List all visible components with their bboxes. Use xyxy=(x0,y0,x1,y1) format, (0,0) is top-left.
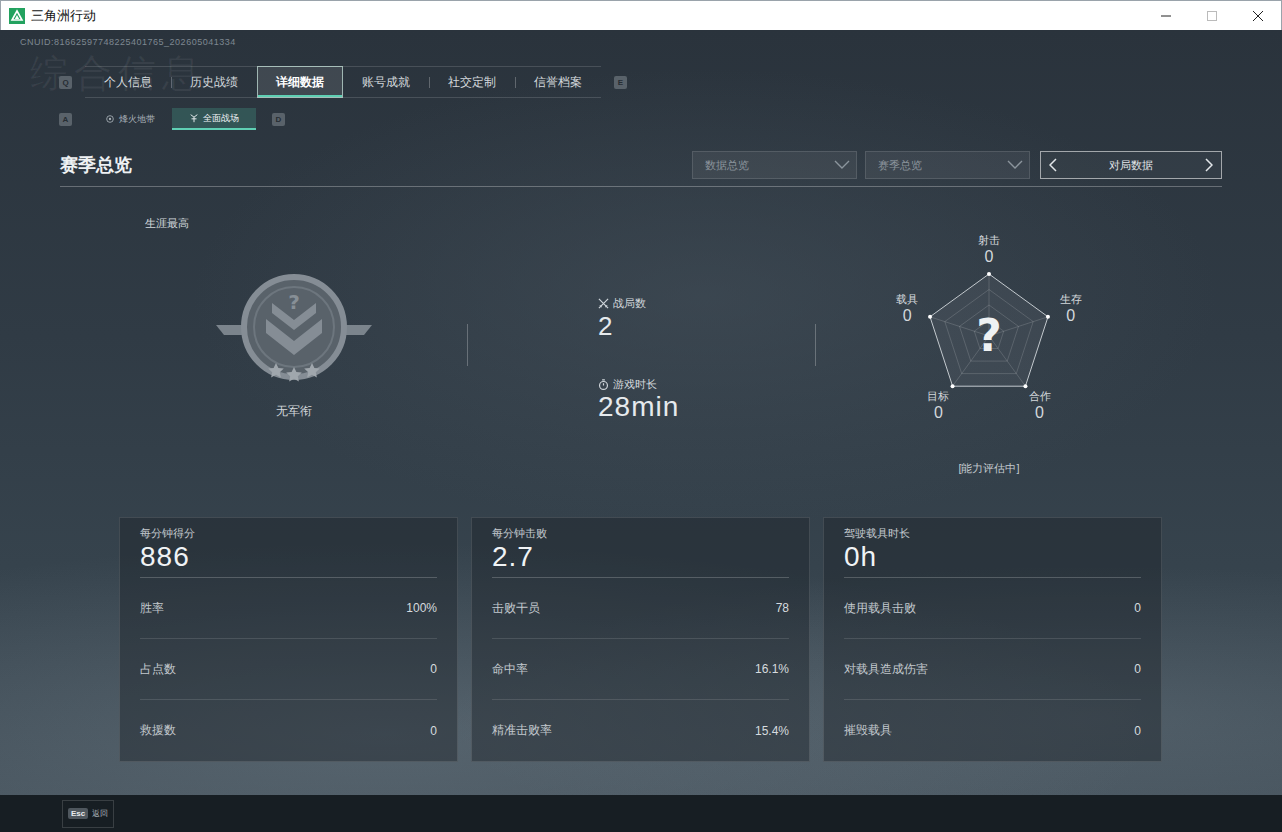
minimize-icon xyxy=(1161,11,1171,21)
tab-separator xyxy=(171,77,172,88)
stat-row: 对载具造成伤害0 xyxy=(844,639,1141,700)
summary-stat: 游戏时长28min xyxy=(598,377,815,422)
prev-mode-key[interactable]: A xyxy=(59,113,72,126)
game-logo-icon xyxy=(9,8,25,24)
stat-row: 使用载具击败0 xyxy=(844,578,1141,639)
radar-axis: 射击0 xyxy=(978,234,1000,267)
main-tab[interactable]: 历史战绩 xyxy=(171,67,257,97)
mode-tabs: A 烽火地带全面战场 D xyxy=(59,108,1282,130)
radar-axis: 合作0 xyxy=(1029,389,1051,422)
next-mode-key[interactable]: D xyxy=(272,113,285,126)
tab-separator xyxy=(429,77,430,88)
stat-card: 驾驶载具时长0h 使用载具击败0对载具造成伤害0摧毁载具0 xyxy=(823,517,1162,762)
card-title: 每分钟击败 xyxy=(492,526,789,540)
svg-text:?: ? xyxy=(288,290,300,314)
card-value: 886 xyxy=(140,540,437,574)
card-value: 2.7 xyxy=(492,540,789,574)
footer-bar: Esc返回 xyxy=(0,795,1282,832)
main-tab[interactable]: 社交定制 xyxy=(429,67,515,97)
page-watermark: 综合信息 xyxy=(30,48,206,99)
prev-tab-key[interactable]: Q xyxy=(59,76,72,89)
divider xyxy=(815,324,816,366)
stopwatch-icon xyxy=(598,379,609,390)
card-value: 0h xyxy=(844,540,1141,574)
title-bar: 三角洲行动 xyxy=(0,0,1282,30)
main-tab[interactable]: 信誉档案 xyxy=(515,67,601,97)
section-header: 赛季总览数据总览赛季总览对局数据 xyxy=(60,148,1222,187)
filter-dropdown[interactable]: 数据总览 xyxy=(692,151,857,179)
arrow-left-icon[interactable] xyxy=(1049,158,1057,172)
crossed-swords-icon xyxy=(598,298,609,309)
filter-dropdown[interactable]: 赛季总览 xyxy=(865,151,1030,179)
maximize-button[interactable] xyxy=(1189,1,1235,30)
card-title: 每分钟得分 xyxy=(140,526,437,540)
radar-axis: 载具0 xyxy=(896,293,918,326)
main-tab[interactable]: 账号成就 xyxy=(343,67,429,97)
main-tab[interactable]: 个人信息 xyxy=(85,67,171,97)
window-title: 三角洲行动 xyxy=(31,7,96,25)
ability-radar: ? 射击0 生存0 合作0 目标0 载具0 [能力评估中] xyxy=(816,204,1222,494)
battlefield-icon xyxy=(189,113,199,123)
radar-axis: 生存0 xyxy=(1060,293,1082,326)
tab-separator xyxy=(515,77,516,88)
back-button[interactable]: Esc返回 xyxy=(62,800,114,828)
stat-card: 每分钟得分886 胜率100%占点数0救援数0 xyxy=(119,517,458,762)
rank-emblem-icon: ? xyxy=(214,267,374,391)
match-summary: 战局数2 游戏时长28min xyxy=(468,204,815,494)
stat-row: 胜率100% xyxy=(140,578,437,639)
close-icon xyxy=(1253,11,1263,21)
esc-key: Esc xyxy=(68,808,88,819)
season-overview: 生涯最高? 无军衔 战局数2 游戏时长28min? 射击0 生存0 合作0 目标0 载具0 [能力… xyxy=(60,204,1222,494)
summary-value: 28min xyxy=(598,392,815,422)
mode-tab[interactable]: 烽火地带 xyxy=(88,108,172,130)
zone-icon xyxy=(105,114,115,124)
minimize-button[interactable] xyxy=(1143,1,1189,30)
mode-tab[interactable]: 全面战场 xyxy=(172,108,256,130)
next-tab-key[interactable]: E xyxy=(614,76,627,89)
stat-row: 占点数0 xyxy=(140,639,437,700)
stat-cards: 每分钟得分886 胜率100%占点数0救援数0 每分钟击败2.7 击败干员78命中率1… xyxy=(119,517,1282,762)
arrow-right-icon[interactable] xyxy=(1205,158,1213,172)
stat-row: 精准击败率15.4% xyxy=(492,700,789,761)
stat-card: 每分钟击败2.7 击败干员78命中率16.1%精准击败率15.4% xyxy=(471,517,810,762)
stat-row: 摧毁载具0 xyxy=(844,700,1141,761)
main-tab[interactable]: 详细数据 xyxy=(257,66,343,98)
career-label: 生涯最高 xyxy=(145,216,189,231)
divider xyxy=(467,324,468,366)
profile-page: 综合信息CNUID:81662597748225401765_202605041… xyxy=(0,30,1282,795)
stat-row: 命中率16.1% xyxy=(492,639,789,700)
player-uid: CNUID:81662597748225401765_202605041334 xyxy=(0,30,1282,48)
chevron-down-icon xyxy=(834,160,850,170)
summary-value: 2 xyxy=(598,311,815,341)
rank-name: 无军衔 xyxy=(276,403,312,420)
radar-axis: 目标0 xyxy=(927,389,949,422)
stat-row: 击败干员78 xyxy=(492,578,789,639)
summary-stat: 战局数2 xyxy=(598,296,815,341)
radar-status: [能力评估中] xyxy=(958,461,1019,476)
main-tabs: Q 个人信息 历史战绩 详细数据 账号成就 社交定制 信誉档案 E xyxy=(59,66,1282,98)
section-title: 赛季总览 xyxy=(60,153,132,177)
game-window: 三角洲行动综合信息CNUID:81662597748225401765_2026… xyxy=(0,0,1282,832)
maximize-icon xyxy=(1207,11,1217,21)
chevron-down-icon xyxy=(1007,160,1023,170)
svg-text:?: ? xyxy=(976,310,1002,361)
career-rank: 生涯最高? 无军衔 xyxy=(60,204,467,494)
close-button[interactable] xyxy=(1235,1,1281,30)
card-title: 驾驶载具时长 xyxy=(844,526,1141,540)
data-switcher[interactable]: 对局数据 xyxy=(1040,151,1222,179)
stat-row: 救援数0 xyxy=(140,700,437,761)
